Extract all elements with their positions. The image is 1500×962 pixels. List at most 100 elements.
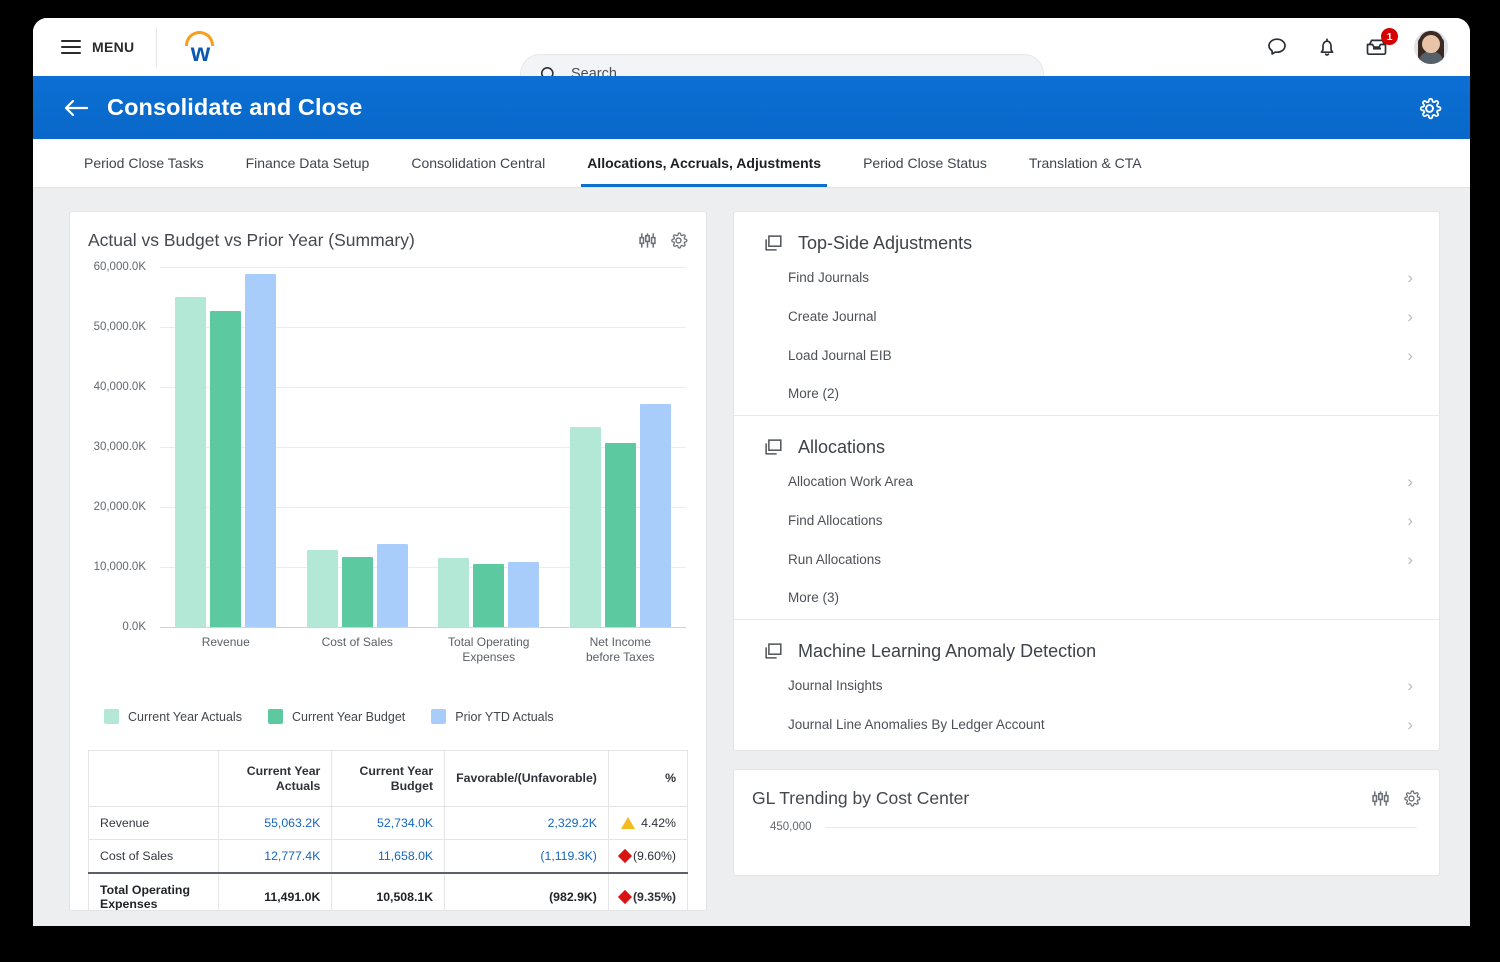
more-link[interactable]: More (2) [734,375,1439,409]
gear-icon[interactable] [1402,789,1421,808]
logo-w-letter: w [181,41,219,65]
bell-icon[interactable] [1314,34,1340,60]
chart-bar[interactable] [210,311,241,627]
chart-bar[interactable] [245,274,276,627]
gl-card-tools [1371,789,1421,808]
chart-x-tick: Cost of Sales [292,635,424,665]
chart-bar[interactable] [342,557,373,627]
chart-bar[interactable] [605,443,636,627]
legend-label: Current Year Budget [292,710,405,724]
cell-percent: (9.35%) [608,873,687,911]
filter-sliders-icon[interactable] [638,231,657,250]
legend-item[interactable]: Current Year Actuals [104,709,242,724]
task-item-journal-line-anomalies[interactable]: Journal Line Anomalies By Ledger Account… [734,705,1439,744]
group-title: Allocations [798,437,885,458]
chart-y-tick: 10,000.0K [94,561,146,573]
task-item-label: Journal Insights [788,678,883,693]
more-link[interactable]: More (3) [734,579,1439,613]
table-row[interactable]: Total Operating Expenses 11,491.0K 10,50… [89,873,688,911]
page-settings-button[interactable] [1417,96,1442,126]
chart-y-tick: 20,000.0K [94,501,146,513]
chart-bar[interactable] [640,404,671,627]
task-item-load-journal-eib[interactable]: Load Journal EIB › [734,336,1439,375]
task-item-label: Load Journal EIB [788,348,892,363]
chart-bar[interactable] [377,544,408,627]
cell-actuals[interactable]: 55,063.2K [219,807,332,840]
row-label: Cost of Sales [89,840,219,874]
chart-x-tick: Total OperatingExpenses [423,635,555,665]
chart-bar[interactable] [175,297,206,627]
cell-budget[interactable]: 11,658.0K [332,840,445,874]
filter-sliders-icon[interactable] [1371,789,1390,808]
menu-button[interactable]: MENU [33,18,156,76]
chart-bar-group [160,267,292,627]
inbox-badge-count: 1 [1381,28,1398,45]
table-row[interactable]: Revenue 55,063.2K 52,734.0K 2,329.2K 4.4… [89,807,688,840]
avatar[interactable] [1414,30,1448,64]
cell-actuals[interactable]: 11,491.0K [219,873,332,911]
tab-finance-data-setup[interactable]: Finance Data Setup [225,139,391,187]
table-row[interactable]: Cost of Sales 12,777.4K 11,658.0K (1,119… [89,840,688,874]
arrow-left-icon [63,97,89,119]
gear-icon [1417,96,1442,121]
cell-variance[interactable]: (982.9K) [445,873,609,911]
right-column: Top-Side Adjustments Find Journals › Cre… [733,211,1440,926]
hamburger-icon [61,40,81,54]
col-header-favorable-unfavorable: Favorable/(Unfavorable) [445,751,609,807]
chart-bar[interactable] [473,564,504,627]
chart-bar[interactable] [438,558,469,627]
app-window: MENU w Search [33,18,1470,926]
chat-icon[interactable] [1264,34,1290,60]
group-allocations: Allocations Allocation Work Area › Find … [734,416,1439,620]
legend-label: Current Year Actuals [128,710,242,724]
task-item-run-allocations[interactable]: Run Allocations › [734,540,1439,579]
chart-bar[interactable] [307,550,338,627]
tab-translation-cta[interactable]: Translation & CTA [1008,139,1163,187]
row-label: Revenue [89,807,219,840]
task-item-find-journals[interactable]: Find Journals › [734,258,1439,297]
legend-item[interactable]: Prior YTD Actuals [431,709,553,724]
group-machine-learning-anomaly-detection: Machine Learning Anomaly Detection Journ… [734,620,1439,750]
gl-y-tick-label: 450,000 [770,821,812,833]
copy-stack-icon [762,640,784,662]
tab-period-close-tasks[interactable]: Period Close Tasks [63,139,225,187]
cell-budget[interactable]: 10,508.1K [332,873,445,911]
gear-icon[interactable] [669,231,688,250]
cell-variance[interactable]: 2,329.2K [445,807,609,840]
gl-gridline [826,827,1417,828]
gl-card-header: GL Trending by Cost Center [734,770,1439,815]
col-header-current-year-budget: Current Year Budget [332,751,445,807]
critical-diamond-icon [618,890,632,904]
task-groups-card: Top-Side Adjustments Find Journals › Cre… [733,211,1440,751]
gl-trending-card: GL Trending by Cost Center [733,769,1440,876]
global-header: MENU w Search [33,18,1470,76]
task-item-label: Create Journal [788,309,877,324]
tab-period-close-status[interactable]: Period Close Status [842,139,1008,187]
task-item-create-journal[interactable]: Create Journal › [734,297,1439,336]
chart-bar[interactable] [570,427,601,627]
chart-x-tick: Net Incomebefore Taxes [555,635,687,665]
task-item-journal-insights[interactable]: Journal Insights › [734,666,1439,705]
bar-chart: 60,000.0K50,000.0K40,000.0K30,000.0K20,0… [82,267,694,667]
copy-stack-icon [762,232,784,254]
task-item-find-allocations[interactable]: Find Allocations › [734,501,1439,540]
chevron-right-icon: › [1407,512,1413,529]
task-item-allocation-work-area[interactable]: Allocation Work Area › [734,462,1439,501]
cell-budget[interactable]: 52,734.0K [332,807,445,840]
percent-value: (9.35%) [633,890,676,904]
workday-logo[interactable]: w [156,27,239,67]
inbox-icon[interactable]: 1 [1364,34,1390,60]
tab-allocations-accruals-adjustments[interactable]: Allocations, Accruals, Adjustments [566,139,842,187]
gl-chart-area: 450,000 [734,815,1439,875]
cell-percent: (9.60%) [608,840,687,874]
legend-item[interactable]: Current Year Budget [268,709,405,724]
cell-actuals[interactable]: 12,777.4K [219,840,332,874]
chart-bar[interactable] [508,562,539,627]
chart-card-tools [638,231,688,250]
chart-y-tick: 0.0K [122,621,146,633]
chart-y-tick: 50,000.0K [94,321,146,333]
back-button[interactable] [61,93,91,123]
cell-variance[interactable]: (1,119.3K) [445,840,609,874]
menu-button-label: MENU [92,39,134,55]
tab-consolidation-central[interactable]: Consolidation Central [390,139,566,187]
